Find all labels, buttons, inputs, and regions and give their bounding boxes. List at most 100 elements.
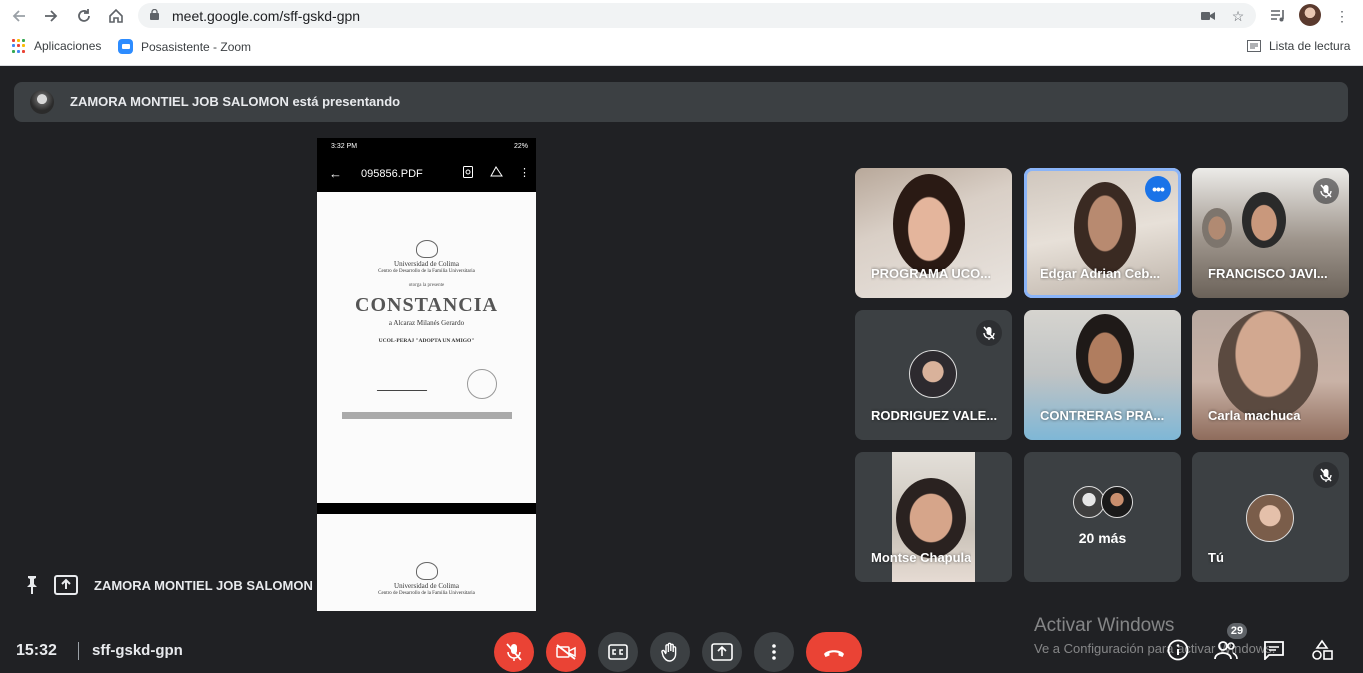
presenter-name: ZAMORA MONTIEL JOB SALOMON	[94, 578, 313, 593]
chat-button[interactable]	[1262, 638, 1286, 662]
reading-list-label: Lista de lectura	[1269, 39, 1351, 53]
pin-icon[interactable]	[24, 575, 40, 600]
back-arrow-icon: ←	[329, 166, 342, 181]
participant-tile[interactable]: Carla machuca	[1192, 310, 1349, 440]
presenting-label-row: ZAMORA MONTIEL JOB SALOMON	[24, 575, 313, 600]
participant-video	[1076, 314, 1134, 394]
browser-chrome: meet.google.com/sff-gskd-gpn ☆ ⋮ Aplicac…	[0, 0, 1363, 66]
doc-center: Centro de Desarrollo de la Familia Unive…	[378, 591, 475, 596]
participant-video	[1074, 182, 1136, 274]
hand-icon	[661, 642, 677, 662]
gray-band	[341, 412, 512, 419]
reading-list-icon	[1247, 40, 1261, 52]
doc-text-line	[317, 352, 536, 357]
doc-recipient: a Alcaraz Milanés Gerardo	[388, 319, 465, 327]
hang-up-icon	[824, 650, 844, 657]
profile-avatar[interactable]	[1299, 4, 1321, 26]
mic-off-icon	[976, 320, 1002, 346]
participant-avatar	[909, 350, 957, 398]
doc-university: Universidad de Colima	[394, 260, 459, 268]
divider	[78, 642, 79, 660]
captions-icon	[608, 644, 628, 660]
lock-icon	[150, 9, 159, 20]
star-icon[interactable]: ☆	[1230, 8, 1246, 24]
participant-name: Tú	[1208, 550, 1224, 565]
participant-video	[1202, 208, 1232, 248]
kebab-menu-icon[interactable]: ⋮	[1334, 8, 1350, 24]
bookmark-label: Aplicaciones	[34, 39, 102, 53]
present-now-button[interactable]	[702, 632, 742, 672]
more-options-icon[interactable]: •••	[1145, 176, 1171, 202]
meeting-details-button[interactable]	[1166, 638, 1190, 662]
activities-icon	[1312, 639, 1333, 660]
pdf-page: Universidad de Colima Centro de Desarrol…	[317, 192, 536, 503]
info-icon	[1167, 639, 1189, 661]
participant-name: PROGRAMA UCO...	[871, 266, 992, 281]
more-options-button[interactable]	[754, 632, 794, 672]
participant-name: Edgar Adrian Ceb...	[1040, 266, 1161, 281]
home-icon[interactable]	[105, 5, 127, 27]
participant-name: CONTRERAS PRA...	[1040, 408, 1165, 423]
participant-tile[interactable]: Montse Chapula	[855, 452, 1012, 582]
university-seal-icon	[415, 240, 438, 258]
participant-count-badge: 29	[1227, 623, 1247, 639]
meeting-code: sff-gskd-gpn	[92, 642, 183, 659]
official-stamp	[467, 369, 497, 399]
reload-icon[interactable]	[73, 5, 95, 27]
camera-icon[interactable]	[1200, 8, 1216, 24]
mic-toggle-button[interactable]	[494, 632, 534, 672]
zoom-icon	[118, 39, 133, 54]
raise-hand-button[interactable]	[650, 632, 690, 672]
drive-upload-icon	[490, 166, 503, 181]
signature-area	[317, 363, 536, 407]
people-button[interactable]	[1214, 638, 1238, 662]
participant-video	[1242, 192, 1286, 248]
participant-tile[interactable]: RODRIGUEZ VALE...	[855, 310, 1012, 440]
present-icon	[711, 643, 733, 661]
phone-status-bar: 3:32 PM 22%	[317, 138, 536, 156]
leave-call-button[interactable]	[806, 632, 862, 672]
signature	[376, 379, 432, 391]
media-icon[interactable]	[1270, 8, 1286, 24]
bookmark-label: Posasistente - Zoom	[141, 39, 252, 54]
reading-list[interactable]: Lista de lectura	[1247, 39, 1350, 53]
participant-tile[interactable]: FRANCISCO JAVI...	[1192, 168, 1349, 298]
address-bar[interactable]: meet.google.com/sff-gskd-gpn ☆	[138, 3, 1256, 28]
back-arrow-icon[interactable]	[8, 5, 30, 27]
bookmarks-bar: Aplicaciones Posasistente - Zoom Lista d…	[0, 33, 1363, 61]
university-seal-icon	[415, 562, 438, 580]
camera-off-icon	[556, 644, 576, 660]
presenter-banner-text: ZAMORA MONTIEL JOB SALOMON está presenta…	[70, 94, 401, 109]
participant-name: FRANCISCO JAVI...	[1208, 266, 1328, 281]
bookmark-aplicaciones[interactable]: Aplicaciones	[12, 39, 101, 53]
participant-name: RODRIGUEZ VALE...	[871, 408, 998, 423]
activities-button[interactable]	[1310, 638, 1334, 662]
pdf-toolbar: ← 095856.PDF ⋮	[317, 156, 536, 192]
more-vert-icon: ⋮	[519, 167, 530, 179]
camera-toggle-button[interactable]	[546, 632, 586, 672]
doc-program: UCOL-PERAJ "ADOPTA UN AMIGO"	[378, 338, 475, 344]
participant-face	[896, 478, 966, 558]
others-tile[interactable]: 20 más	[1024, 452, 1181, 582]
present-screen-icon[interactable]	[54, 575, 78, 600]
self-tile[interactable]: Tú	[1192, 452, 1349, 582]
bookmark-zoom[interactable]: Posasistente - Zoom	[118, 39, 251, 54]
doc-title: CONSTANCIA	[355, 294, 498, 316]
shared-screen[interactable]: 3:32 PM 22% ← 095856.PDF ⋮ Universidad d…	[317, 138, 536, 611]
forward-arrow-icon[interactable]	[40, 5, 62, 27]
participant-tile[interactable]: ••• Edgar Adrian Ceb...	[1024, 168, 1181, 298]
doc-center: Centro de Desarrollo de la Familia Unive…	[378, 269, 475, 274]
participant-video	[893, 174, 965, 274]
participant-tile[interactable]: CONTRERAS PRA...	[1024, 310, 1181, 440]
participant-tile[interactable]: PROGRAMA UCO...	[855, 168, 1012, 298]
watermark-subtitle: Ve a Configuración para activar Windows.	[1034, 641, 1276, 656]
pdf-page: Universidad de Colima Centro de Desarrol…	[317, 514, 536, 611]
mic-off-icon	[1313, 178, 1339, 204]
doc-text-line	[317, 330, 536, 335]
participant-avatar	[1101, 486, 1133, 518]
mic-off-icon	[506, 643, 522, 661]
people-icon	[1214, 641, 1238, 660]
captions-button[interactable]	[598, 632, 638, 672]
phone-battery: 22%	[513, 143, 528, 150]
chat-icon	[1264, 641, 1284, 660]
